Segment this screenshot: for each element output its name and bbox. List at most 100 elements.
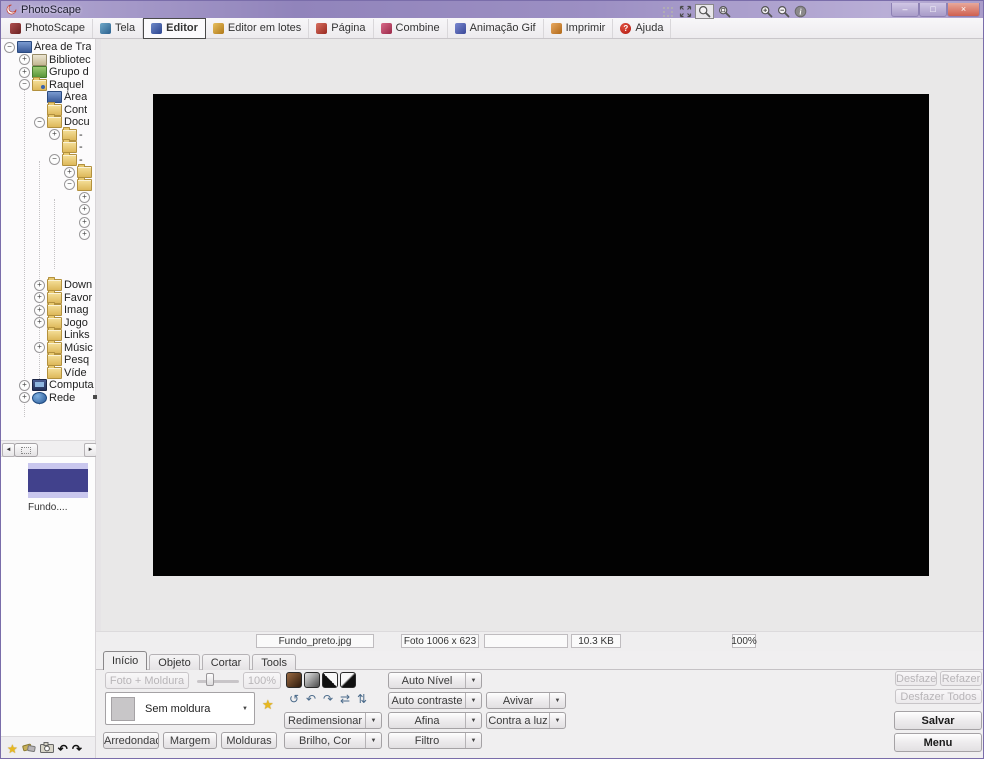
tab-pagina[interactable]: Página [309, 18, 374, 38]
frames-button[interactable]: Molduras [221, 732, 277, 749]
tree-expander-icon[interactable]: − [4, 41, 15, 53]
tree-expander-icon[interactable]: + [79, 191, 90, 203]
tab-tela[interactable]: Tela [93, 18, 144, 38]
frame-select-dropdown[interactable]: Sem moldura ▼ [105, 692, 255, 725]
tree-expander-icon[interactable]: + [19, 54, 30, 66]
rotate-left-icon[interactable]: ↶ [303, 692, 319, 707]
tab-imprimir[interactable]: Imprimir [544, 18, 614, 38]
tree-item[interactable]: - [1, 139, 95, 154]
tree-expander-icon[interactable]: + [34, 292, 45, 304]
tree-item[interactable]: − Área de Tra [1, 41, 95, 54]
titlebar[interactable]: PhotoScape – □ × [1, 1, 983, 18]
flip-vertical-icon[interactable]: ⇅ [354, 692, 370, 707]
rotate-right-icon[interactable]: ↷ [320, 692, 336, 707]
tree-expander-icon[interactable]: − [49, 154, 60, 166]
zoom-tool-icon[interactable] [695, 4, 714, 19]
info-icon[interactable]: i [793, 5, 807, 18]
tree-expander-icon[interactable]: + [34, 304, 45, 316]
rounded-corners-button[interactable]: Arredondado [103, 732, 159, 749]
rotate-ccw-icon[interactable]: ↺ [286, 692, 302, 707]
tree-item[interactable]: + Bibliotec [1, 53, 95, 67]
brightness-color-button[interactable]: Brilho, Cor ▼ [284, 732, 382, 749]
photo-frame-button[interactable]: Foto + Moldura [105, 672, 189, 689]
undo-button[interactable]: Desfazer [895, 671, 937, 686]
photo-thumbnail[interactable] [28, 463, 88, 498]
tree-item[interactable]: + Grupo d [1, 66, 95, 79]
tools-icon[interactable] [22, 742, 36, 755]
margin-button[interactable]: Margem [163, 732, 217, 749]
favorites-star-icon[interactable]: ★ [7, 743, 18, 755]
tree-item[interactable]: + Rede [1, 391, 95, 405]
tree-expander-icon[interactable]: + [79, 204, 90, 216]
tab-cortar[interactable]: Cortar [201, 654, 251, 670]
auto-level-dropdown-arrow[interactable]: ▼ [465, 673, 481, 688]
tree-expander-icon[interactable]: − [19, 79, 30, 91]
tree-expander-icon[interactable]: + [49, 129, 60, 141]
tab-editor-em-lotes[interactable]: Editor em lotes [206, 18, 310, 38]
tree-expander-icon[interactable]: + [34, 317, 45, 329]
tree-item[interactable]: + - [1, 126, 95, 142]
auto-contrast-button[interactable]: Auto contraste ▼ [388, 692, 482, 709]
photo-image[interactable] [153, 94, 929, 576]
thin-button[interactable]: Afina ▼ [388, 712, 482, 729]
slider-handle[interactable] [206, 673, 214, 686]
tree-item[interactable]: + Computa [1, 379, 95, 392]
tree-expander-icon[interactable]: + [64, 166, 75, 178]
minimize-button[interactable]: – [891, 2, 919, 17]
resize-button[interactable]: Redimensionar ▼ [284, 712, 382, 729]
tab-inicio[interactable]: Início [103, 651, 148, 670]
undo-all-button[interactable]: Desfazer Todos [895, 689, 982, 704]
zoom-out-icon[interactable] [776, 5, 790, 18]
tree-expander-icon[interactable]: + [19, 379, 30, 391]
tab-animacao-gif[interactable]: Animação Gif [448, 18, 544, 38]
tab-ajuda[interactable]: ? Ajuda [613, 18, 672, 38]
tree-item[interactable]: − Docu [1, 114, 95, 129]
tab-combine[interactable]: Combine [374, 18, 448, 38]
tree-expander-icon[interactable]: + [79, 229, 90, 241]
close-button[interactable]: × [947, 2, 980, 17]
tab-tools[interactable]: Tools [252, 654, 296, 670]
zoom-in-icon[interactable] [759, 5, 773, 18]
menu-button[interactable]: Menu [894, 733, 982, 752]
save-button[interactable]: Salvar [894, 711, 982, 730]
sepia-icon[interactable] [286, 672, 302, 688]
tree-expander-icon[interactable]: + [19, 392, 30, 404]
tree-item[interactable]: + [1, 216, 95, 229]
backlight-dropdown-arrow[interactable]: ▼ [549, 713, 565, 728]
tree-expander-icon[interactable]: + [34, 279, 45, 291]
zoom-window-icon[interactable] [717, 5, 731, 18]
resize-dropdown-arrow[interactable]: ▼ [365, 713, 381, 728]
tree-expander-icon[interactable]: − [34, 116, 45, 128]
backlight-button[interactable]: Contra a luz ▼ [486, 712, 566, 729]
filter-dropdown-arrow[interactable]: ▼ [465, 733, 481, 748]
tree-item[interactable]: − Raquel [1, 76, 95, 92]
tab-objeto[interactable]: Objeto [149, 654, 200, 670]
tree-item[interactable]: + [1, 191, 95, 204]
flip-horizontal-icon[interactable]: ⇄ [337, 692, 353, 707]
tree-expander-icon[interactable]: + [34, 342, 45, 354]
tree-expander-icon[interactable]: + [19, 66, 30, 78]
frame-favorite-star-icon[interactable]: ★ [262, 697, 274, 713]
tree-expander-icon[interactable]: − [64, 179, 75, 191]
auto-level-button[interactable]: Auto Nível ▼ [388, 672, 482, 689]
tree-item[interactable]: − [1, 176, 95, 192]
bw-threshold-icon[interactable] [322, 672, 338, 688]
bw-curve-icon[interactable] [340, 672, 356, 688]
brightness-dropdown-arrow[interactable]: ▼ [365, 733, 381, 748]
selection-dots-icon[interactable] [661, 5, 675, 18]
tree-expander-icon[interactable]: + [79, 216, 90, 228]
back-icon[interactable]: ↶ [58, 743, 68, 755]
tree-item[interactable]: + [1, 204, 95, 217]
sharpen-button[interactable]: Avivar ▼ [486, 692, 566, 709]
filter-button[interactable]: Filtro ▼ [388, 732, 482, 749]
tab-photoscape[interactable]: PhotoScape [3, 18, 93, 38]
fit-to-window-icon[interactable] [678, 5, 692, 18]
pager-thumb[interactable] [14, 443, 38, 457]
tab-editor[interactable]: Editor [143, 17, 206, 39]
maximize-button[interactable]: □ [919, 2, 947, 17]
redo-button[interactable]: Refazer [940, 671, 982, 686]
tree-item[interactable]: Víde [1, 364, 95, 380]
sharpen-dropdown-arrow[interactable]: ▼ [549, 693, 565, 708]
tree-item[interactable]: + [1, 229, 95, 242]
thin-dropdown-arrow[interactable]: ▼ [465, 713, 481, 728]
